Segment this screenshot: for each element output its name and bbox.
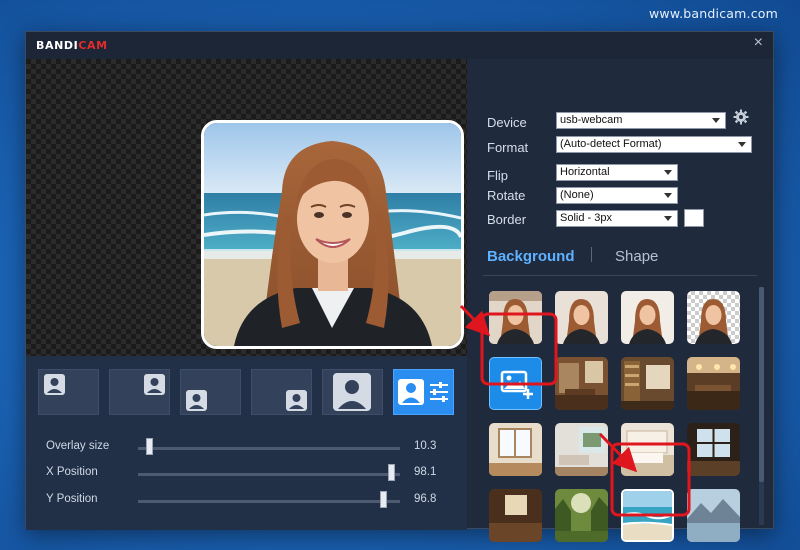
position-top-left-button[interactable]	[38, 369, 99, 415]
close-button[interactable]: ×	[754, 34, 763, 52]
custom-settings-button[interactable]	[393, 369, 454, 415]
chevron-down-icon	[712, 118, 720, 123]
person-settings-icon	[398, 379, 448, 405]
chevron-down-icon	[664, 170, 672, 175]
y-position-slider-row: Y Position 96.8	[46, 491, 446, 511]
webcam-overlay-frame[interactable]	[201, 120, 464, 349]
person-thumbnail-image	[621, 291, 674, 344]
bg-study-room[interactable]	[555, 357, 608, 410]
tab-divider	[483, 275, 757, 276]
tab-background[interactable]: Background	[487, 248, 575, 265]
room-thumbnail-image	[687, 357, 740, 410]
website-watermark: www.bandicam.com	[649, 6, 778, 21]
forest-thumbnail-image	[555, 489, 608, 542]
person-full-icon	[333, 373, 371, 411]
device-select[interactable]: usb-webcam	[556, 112, 726, 129]
bg-bedroom[interactable]	[621, 423, 674, 476]
bg-living-room[interactable]	[555, 423, 608, 476]
x-position-track[interactable]	[138, 473, 400, 476]
title-bar: BANDICAM ×	[26, 32, 773, 59]
flip-label: Flip	[487, 168, 508, 183]
border-select[interactable]: Solid - 3px	[556, 210, 678, 227]
bg-window-room[interactable]	[489, 423, 542, 476]
border-label: Border	[487, 212, 527, 227]
position-bottom-right-button[interactable]	[251, 369, 312, 415]
format-select[interactable]: (Auto-detect Format)	[556, 136, 752, 153]
bg-library-hall[interactable]	[687, 423, 740, 476]
overlay-controls: Overlay size 10.3 X Position 98.1 Y Posi…	[26, 356, 467, 530]
overlay-size-track[interactable]	[138, 447, 400, 450]
device-label: Device	[487, 115, 527, 130]
person-thumbnail-image	[695, 299, 732, 344]
chevron-down-icon	[738, 142, 746, 147]
overlay-size-slider-row: Overlay size 10.3	[46, 438, 446, 458]
x-position-thumb[interactable]	[387, 464, 395, 481]
x-position-label: X Position	[46, 466, 98, 478]
webcam-overlay-window: BANDICAM × Overlay size 10.3 X Position …	[25, 31, 774, 542]
bg-person-blur[interactable]	[555, 291, 608, 344]
room-thumbnail-image	[687, 423, 740, 476]
room-thumbnail-image	[621, 357, 674, 410]
chevron-down-icon	[664, 193, 672, 198]
flip-select[interactable]: Horizontal	[556, 164, 678, 181]
background-list-scrollbar[interactable]	[759, 287, 764, 525]
y-position-track[interactable]	[138, 500, 400, 503]
bg-forest[interactable]	[555, 489, 608, 542]
chevron-down-icon	[664, 216, 672, 221]
overlay-size-label: Overlay size	[46, 440, 110, 452]
person-thumbnail-image	[555, 291, 608, 344]
overlay-position-buttons	[38, 369, 458, 417]
webcam-person-image	[204, 123, 461, 346]
person-thumbnail-image	[489, 291, 542, 344]
webcam-preview	[26, 59, 467, 356]
bg-bookshelf-room[interactable]	[621, 357, 674, 410]
add-image-icon	[500, 370, 533, 399]
x-position-slider-row: X Position 98.1	[46, 464, 446, 484]
room-thumbnail-image	[489, 423, 542, 476]
overlay-size-thumb[interactable]	[145, 438, 153, 455]
scrollbar-thumb[interactable]	[759, 287, 764, 482]
bg-wood-room[interactable]	[489, 489, 542, 542]
overlay-size-value: 10.3	[414, 440, 437, 452]
rotate-select[interactable]: (None)	[556, 187, 678, 204]
person-bottom-left-icon	[186, 390, 207, 411]
person-bottom-right-icon	[286, 390, 307, 411]
bg-person-room-1[interactable]	[489, 291, 542, 344]
rotate-label: Rotate	[487, 188, 526, 203]
app-logo: BANDICAM	[36, 39, 108, 52]
bg-cafe[interactable]	[687, 357, 740, 410]
border-color-swatch[interactable]	[684, 209, 704, 227]
y-position-thumb[interactable]	[380, 491, 388, 508]
bg-person-transparent[interactable]	[687, 291, 740, 344]
x-position-value: 98.1	[414, 466, 437, 478]
y-position-label: Y Position	[46, 493, 98, 505]
format-label: Format	[487, 140, 529, 155]
settings-panel: Device usb-webcam Format (Auto-detect Fo…	[467, 59, 773, 542]
mountain-thumbnail-image	[687, 489, 740, 542]
position-top-right-button[interactable]	[109, 369, 170, 415]
room-thumbnail-image	[621, 423, 674, 476]
bg-beach-selected[interactable]	[621, 489, 674, 542]
gear-icon[interactable]	[733, 109, 749, 125]
room-thumbnail-image	[489, 489, 542, 542]
position-bottom-left-button[interactable]	[180, 369, 241, 415]
tab-shape[interactable]: Shape	[615, 248, 658, 265]
y-position-value: 96.8	[414, 493, 437, 505]
person-top-right-icon	[144, 374, 165, 395]
person-top-left-icon	[44, 374, 65, 395]
beach-thumbnail-image	[623, 491, 672, 540]
bg-add-image-button[interactable]	[489, 357, 542, 410]
bg-person-bright[interactable]	[621, 291, 674, 344]
room-thumbnail-image	[555, 423, 608, 476]
bg-mountain-lake[interactable]	[687, 489, 740, 542]
tab-separator	[591, 247, 592, 262]
full-size-button[interactable]	[322, 369, 383, 415]
room-thumbnail-image	[555, 357, 608, 410]
